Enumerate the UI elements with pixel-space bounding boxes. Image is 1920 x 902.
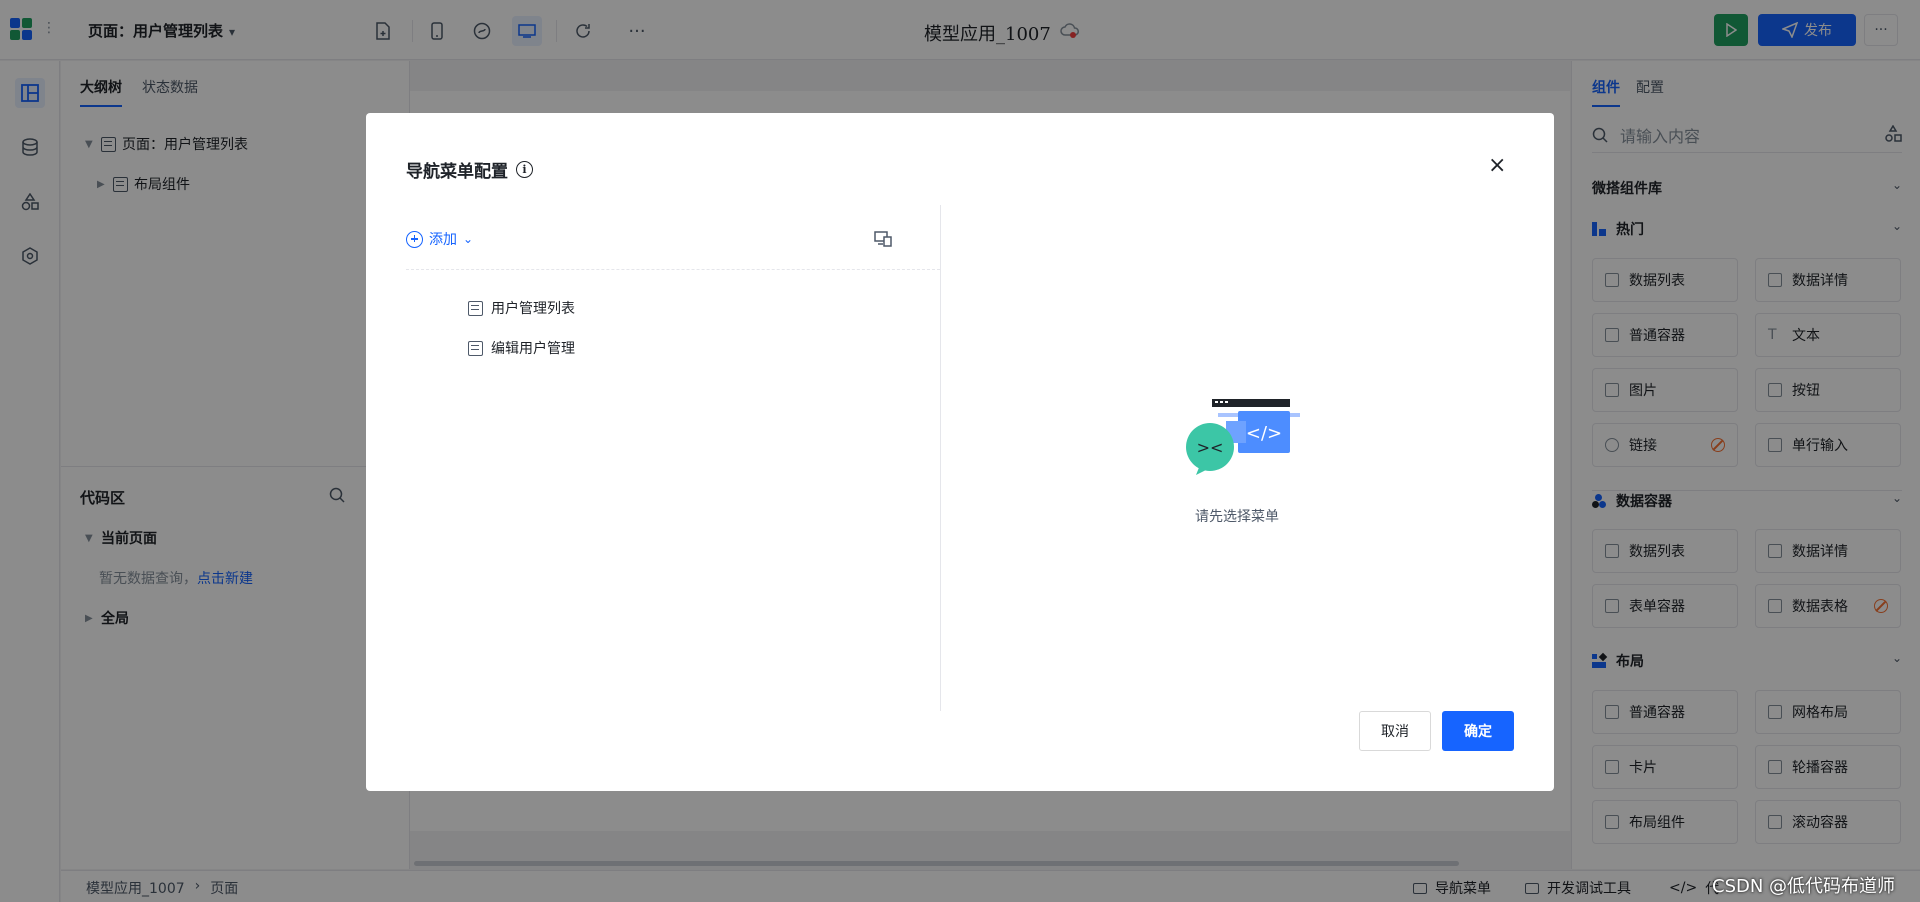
menu-item[interactable]: 用户管理列表 xyxy=(468,298,575,318)
cancel-button[interactable]: 取消 xyxy=(1359,711,1431,751)
menu-item-label: 用户管理列表 xyxy=(491,301,575,317)
confirm-button[interactable]: 确定 xyxy=(1442,711,1514,751)
close-icon[interactable]: × xyxy=(1488,155,1506,177)
empty-state-illustration: </> >< xyxy=(1186,399,1300,475)
info-icon[interactable]: i xyxy=(516,161,533,178)
add-menu-button[interactable]: 添加 ⌄ xyxy=(406,229,473,249)
menu-tree-pane: 添加 ⌄ 用户管理列表 编辑用户管理 xyxy=(406,205,940,711)
menu-item[interactable]: 编辑用户管理 xyxy=(468,338,575,358)
divider xyxy=(406,269,940,270)
page-icon xyxy=(468,340,483,356)
empty-state-text: 请先选择菜单 xyxy=(1195,509,1279,525)
chevron-down-icon: ⌄ xyxy=(463,232,474,246)
watermark: CSDN @低代码布道师 xyxy=(1712,876,1896,897)
add-menu-label: 添加 xyxy=(429,232,457,248)
add-circle-icon xyxy=(406,230,423,248)
pane-divider xyxy=(940,205,941,711)
svg-text:><: >< xyxy=(1197,438,1224,457)
svg-text:</>: </> xyxy=(1246,423,1282,444)
nav-menu-config-dialog: 导航菜单配置 i × 添加 ⌄ 用户管理列表 编辑用户管理 </> >< 请先选… xyxy=(366,113,1554,791)
dialog-title-text: 导航菜单配置 xyxy=(406,162,508,182)
page-icon xyxy=(468,300,483,316)
device-switch-icon xyxy=(874,231,892,247)
dialog-title: 导航菜单配置 i xyxy=(406,157,533,182)
menu-item-label: 编辑用户管理 xyxy=(491,341,575,357)
